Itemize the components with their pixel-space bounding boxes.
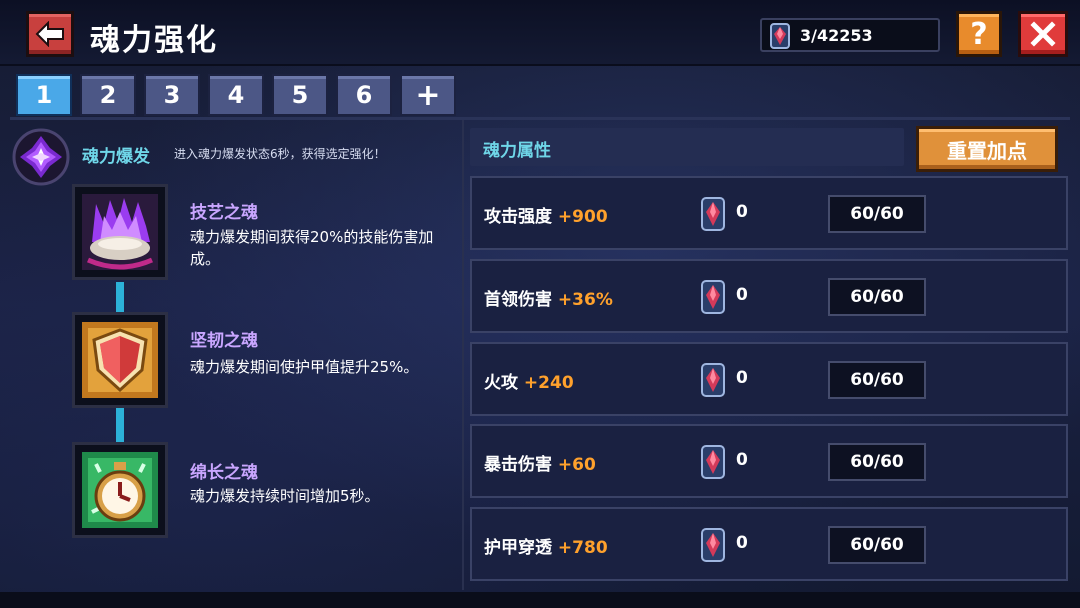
skill-name: 坚韧之魂: [190, 331, 258, 351]
tab-1[interactable]: 1: [16, 74, 72, 116]
tab-add[interactable]: +: [400, 74, 456, 116]
tab-label: 4: [227, 81, 245, 109]
attribute-label: 护甲穿透 +780: [484, 533, 608, 558]
bottom-edge: [0, 592, 1080, 608]
attribute-level-button[interactable]: 60/60: [828, 526, 926, 564]
attribute-name: 攻击强度: [484, 207, 552, 227]
soul-gem-icon: [701, 363, 725, 397]
tab-2[interactable]: 2: [80, 74, 136, 116]
attribute-invested-count: 0: [736, 285, 748, 305]
tab-label: 3: [163, 81, 181, 109]
attribute-invested-count: 0: [736, 368, 748, 388]
attribute-bonus: +60: [557, 455, 596, 475]
tab-5[interactable]: 5: [272, 74, 328, 116]
help-button[interactable]: ?: [956, 11, 1002, 57]
currency-value: 3/42253: [800, 26, 873, 45]
tab-4[interactable]: 4: [208, 74, 264, 116]
attribute-invested-count: 0: [736, 450, 748, 470]
stopwatch-icon: [82, 452, 158, 528]
attribute-name: 首领伤害: [484, 290, 552, 310]
skill-description: 魂力爆发期间使护甲值提升25%。: [190, 358, 419, 376]
skill-connector: [116, 282, 124, 312]
arrow-left-icon: [35, 21, 64, 47]
tab-label: 2: [99, 81, 117, 109]
tab-6[interactable]: 6: [336, 74, 392, 116]
soul-burst-description: 进入魂力爆发状态6秒，获得选定强化！: [174, 147, 386, 161]
skill-icon-technique[interactable]: [72, 184, 168, 280]
attribute-row: 火攻 +240 0 60/60: [470, 342, 1068, 416]
soul-burst-icon: [12, 128, 70, 186]
panel-divider: [462, 120, 464, 590]
attribute-label: 首领伤害 +36%: [484, 285, 613, 310]
soul-gem-icon: [701, 445, 725, 479]
attribute-row: 首领伤害 +36% 0 60/60: [470, 259, 1068, 333]
tab-label: 6: [355, 81, 373, 109]
soul-burst-header: 魂力爆发 进入魂力爆发状态6秒，获得选定强化！: [10, 128, 460, 186]
attribute-label: 攻击强度 +900: [484, 202, 608, 227]
attribute-level-button[interactable]: 60/60: [828, 278, 926, 316]
attribute-bonus: +36%: [557, 290, 613, 310]
soul-gem-icon: [701, 197, 725, 231]
attributes-header: 魂力属性: [470, 128, 904, 166]
tab-bar: 1 2 3 4 5 6 +: [16, 74, 456, 118]
skill-name: 技艺之魂: [190, 203, 258, 223]
attribute-level-button[interactable]: 60/60: [828, 195, 926, 233]
tab-label: 5: [291, 81, 309, 109]
back-button[interactable]: [26, 11, 74, 57]
attribute-row: 暴击伤害 +60 0 60/60: [470, 424, 1068, 498]
attribute-bonus: +240: [523, 373, 574, 393]
close-icon: [1030, 21, 1056, 47]
attributes-title: 魂力属性: [483, 141, 551, 161]
reset-points-label: 重置加点: [947, 138, 1027, 163]
attribute-name: 护甲穿透: [484, 538, 552, 558]
skill-name: 绵长之魂: [190, 463, 258, 483]
purple-flame-icon: [82, 194, 158, 270]
skill-description: 魂力爆发期间获得20%的技能伤害加成。: [190, 228, 434, 268]
help-label: ?: [970, 16, 988, 52]
attribute-bonus: +780: [557, 538, 608, 558]
skill-icon-duration[interactable]: [72, 442, 168, 538]
attribute-label: 暴击伤害 +60: [484, 450, 596, 475]
soul-gem-icon: [701, 280, 725, 314]
attribute-row: 护甲穿透 +780 0 60/60: [470, 507, 1068, 581]
skill-connector: [116, 408, 124, 442]
attribute-row: 攻击强度 +900 0 60/60: [470, 176, 1068, 250]
tab-label: 1: [35, 81, 53, 109]
soul-burst-panel: 魂力爆发 进入魂力爆发状态6秒，获得选定强化！ 技艺之魂 魂力爆发期间获得20%…: [0, 120, 462, 590]
attribute-name: 暴击伤害: [484, 455, 552, 475]
page-title: 魂力强化: [90, 23, 218, 58]
soul-currency-display: 3/42253: [760, 18, 940, 52]
attribute-bonus: +900: [557, 207, 608, 227]
attribute-name: 火攻: [484, 373, 518, 393]
tab-3[interactable]: 3: [144, 74, 200, 116]
reset-points-button[interactable]: 重置加点: [916, 126, 1058, 172]
top-bar: 魂力强化 3/42253 ?: [0, 0, 1080, 66]
attribute-label: 火攻 +240: [484, 368, 574, 393]
attribute-level-button[interactable]: 60/60: [828, 443, 926, 481]
close-button[interactable]: [1018, 11, 1068, 57]
attribute-level-button[interactable]: 60/60: [828, 361, 926, 399]
plus-icon: +: [415, 77, 441, 113]
soul-gem-icon: [770, 23, 790, 49]
soul-burst-title: 魂力爆发: [82, 147, 150, 167]
attribute-invested-count: 0: [736, 533, 748, 553]
attribute-invested-count: 0: [736, 202, 748, 222]
soul-gem-icon: [701, 528, 725, 562]
shield-icon: [82, 322, 158, 398]
skill-icon-toughness[interactable]: [72, 312, 168, 408]
skill-description: 魂力爆发持续时间增加5秒。: [190, 487, 380, 505]
